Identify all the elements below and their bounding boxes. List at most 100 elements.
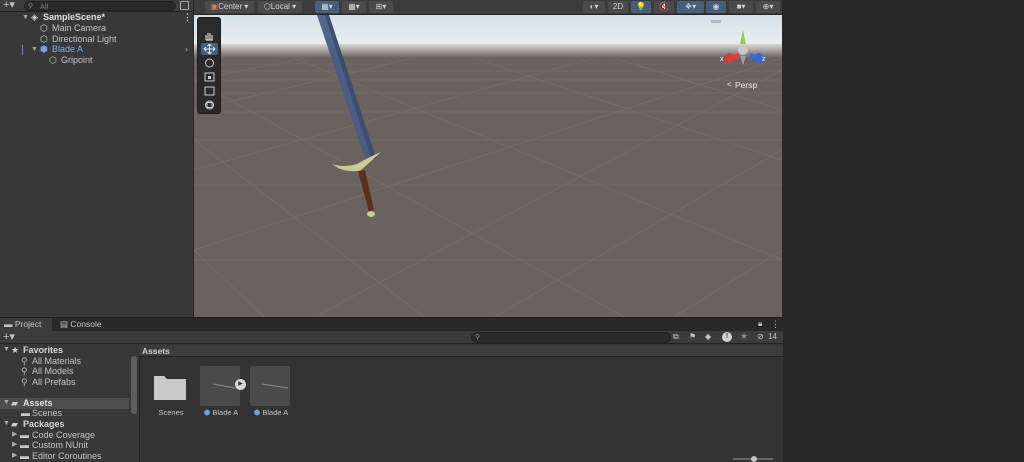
lock-icon[interactable]: 🔒︎ xyxy=(758,319,762,329)
scene-row[interactable]: ▼ ◈ SampleScene* ⋮ xyxy=(0,12,193,23)
info-icon[interactable]: ! xyxy=(722,332,732,342)
tree-item-label: Editor Coroutines xyxy=(32,451,102,461)
tag-icon[interactable]: ◆ xyxy=(705,332,711,341)
asset-item-scenes[interactable]: Scenes xyxy=(150,366,192,417)
project-search-input[interactable]: ⚲ xyxy=(471,332,671,343)
space-label: Local xyxy=(270,2,290,11)
gizmo-lock-icon[interactable] xyxy=(711,20,721,23)
thumbnail-size-slider[interactable] xyxy=(733,456,773,462)
search-by-type-icon[interactable]: ⧉ xyxy=(673,332,679,342)
draw-mode-button[interactable]: ◐▾ xyxy=(583,1,605,13)
packages-label: Packages xyxy=(23,419,65,429)
search-icon: ⚲ xyxy=(21,377,28,387)
search-by-label-icon[interactable]: ⚑ xyxy=(689,332,696,341)
scene-view[interactable] xyxy=(194,0,782,317)
tree-item-editor-coroutines[interactable]: ▶ ▬ Editor Coroutines xyxy=(0,451,129,462)
expand-triangle-icon[interactable]: ▼ xyxy=(3,398,10,409)
grid-snap-button[interactable]: ▦▾ xyxy=(315,1,339,13)
hierarchy-item-blade-a[interactable]: ▼ ⬢ Blade A › xyxy=(0,44,193,55)
folder-icon: ▬ xyxy=(20,430,29,440)
prefab-icon: ⬢ xyxy=(253,408,261,417)
expand-triangle-icon[interactable]: ▼ xyxy=(3,419,10,430)
tree-item-custom-nunit[interactable]: ▶ ▬ Custom NUnit xyxy=(0,440,129,451)
tree-item-all-materials[interactable]: ⚲ All Materials xyxy=(0,356,129,367)
menu-dots-icon[interactable]: ⋮ xyxy=(183,12,192,23)
star-icon[interactable]: ★ xyxy=(740,331,748,342)
asset-thumbnail: ▶ xyxy=(200,366,246,406)
folder-icon: ▬ xyxy=(20,440,29,450)
folder-icon xyxy=(150,366,190,406)
create-plus-icon[interactable]: +▾ xyxy=(3,331,15,343)
tab-project[interactable]: ▬ Project xyxy=(0,318,52,331)
expand-triangle-icon[interactable]: ▼ xyxy=(3,345,10,356)
hierarchy-options-icon[interactable] xyxy=(180,1,189,10)
tab-console[interactable]: ▤ Console xyxy=(57,318,109,331)
snap-increment-button[interactable]: ⊞▾ xyxy=(369,1,393,13)
tree-assets[interactable]: ▼ ▰ Assets xyxy=(0,398,129,409)
expand-triangle-icon[interactable]: ▼ xyxy=(22,12,29,23)
projection-icon[interactable]: < xyxy=(727,80,732,89)
view-2d-button[interactable]: 2D xyxy=(608,1,628,13)
transform-tool-icon[interactable] xyxy=(201,99,218,111)
audio-toggle-icon[interactable]: 🔇 xyxy=(654,1,674,13)
pivot-icon: ▣ xyxy=(210,2,219,11)
tree-favorites[interactable]: ▼ ★ Favorites xyxy=(0,345,129,356)
chevron-right-icon[interactable]: › xyxy=(185,44,188,55)
slider-handle[interactable] xyxy=(751,456,757,462)
asset-label-text: Blade A xyxy=(262,408,289,417)
tree-item-label: Custom NUnit xyxy=(32,440,89,450)
asset-label: ⬢ Blade A xyxy=(200,408,242,417)
expand-triangle-icon[interactable]: ▶ xyxy=(12,451,17,462)
tree-packages[interactable]: ▼ ▰ Packages xyxy=(0,419,129,430)
scale-tool-icon[interactable] xyxy=(201,71,218,83)
expand-triangle-icon[interactable]: ▼ xyxy=(31,44,38,55)
grid-visibility-button[interactable]: ▦▾ xyxy=(342,1,366,13)
lighting-toggle-icon[interactable]: 💡 xyxy=(631,1,651,13)
play-icon[interactable]: ▶ xyxy=(235,379,246,390)
tree-item-label: All Materials xyxy=(32,356,82,366)
star-icon: ★ xyxy=(11,345,20,355)
search-icon: ⚲ xyxy=(21,366,28,376)
expand-triangle-icon[interactable]: ▶ xyxy=(12,440,17,451)
tree-item-all-models[interactable]: ⚲ All Models xyxy=(0,366,129,377)
hierarchy-item-label: Gripoint xyxy=(61,55,93,65)
hidden-packages-eye-icon[interactable]: ⊘ xyxy=(757,332,764,341)
create-plus-icon[interactable]: +▾ xyxy=(3,0,15,11)
search-icon: ⚲ xyxy=(475,334,481,341)
tree-scrollbar[interactable] xyxy=(130,349,138,462)
tools-overlay xyxy=(197,17,221,114)
hierarchy-item-main-camera[interactable]: ⬡ Main Camera xyxy=(0,23,193,34)
tree-item-label: Scenes xyxy=(32,408,63,418)
folder-open-icon: ▰ xyxy=(11,419,18,429)
tree-item-all-prefabs[interactable]: ⚲ All Prefabs xyxy=(0,377,129,388)
projection-label[interactable]: Persp xyxy=(735,80,757,90)
tree-item-code-coverage[interactable]: ▶ ▬ Code Coverage xyxy=(0,430,129,441)
asset-item-blade-a-model[interactable]: ▶ ⬢ Blade A xyxy=(200,366,246,417)
search-placeholder: All xyxy=(40,2,49,11)
rotate-tool-icon[interactable] xyxy=(201,57,218,69)
prefab-icon: ⬢ xyxy=(203,408,211,417)
tree-item-scenes[interactable]: ▬ Scenes xyxy=(0,408,129,419)
hierarchy-toolbar: +▾ ⚲ All xyxy=(0,0,193,12)
hierarchy-item-gripoint[interactable]: ⬡ Gripoint xyxy=(0,55,193,66)
breadcrumb[interactable]: Assets xyxy=(139,345,783,357)
camera-settings-icon[interactable]: ■▾ xyxy=(729,1,753,13)
gizmos-dropdown-icon[interactable]: ⊕▾ xyxy=(756,1,780,13)
effects-dropdown-icon[interactable]: ❖▾ xyxy=(677,1,704,13)
move-tool-icon[interactable] xyxy=(201,43,218,55)
rect-tool-icon[interactable] xyxy=(201,85,218,97)
menu-dots-icon[interactable]: ⋮ xyxy=(771,319,780,330)
scene-viewport[interactable] xyxy=(194,0,782,317)
folder-icon: ▬ xyxy=(20,451,29,461)
pivot-center-dropdown[interactable]: ▣Center ▾ xyxy=(205,1,254,13)
hierarchy-item-label: Main Camera xyxy=(52,23,107,33)
hierarchy-search-field[interactable]: ⚲ All xyxy=(24,1,176,11)
space-local-dropdown[interactable]: ⬡Local ▾ xyxy=(258,1,302,13)
pivot-label: Center xyxy=(218,2,243,11)
expand-triangle-icon[interactable]: ▶ xyxy=(12,430,17,441)
scrollbar-thumb[interactable] xyxy=(131,356,137,414)
hand-tool-icon[interactable] xyxy=(201,30,218,42)
hidden-objects-eye-icon[interactable]: ◉ xyxy=(706,1,726,13)
tree-item-label: All Prefabs xyxy=(32,377,76,387)
asset-item-blade-a-prefab[interactable]: ⬢ Blade A xyxy=(250,366,292,417)
